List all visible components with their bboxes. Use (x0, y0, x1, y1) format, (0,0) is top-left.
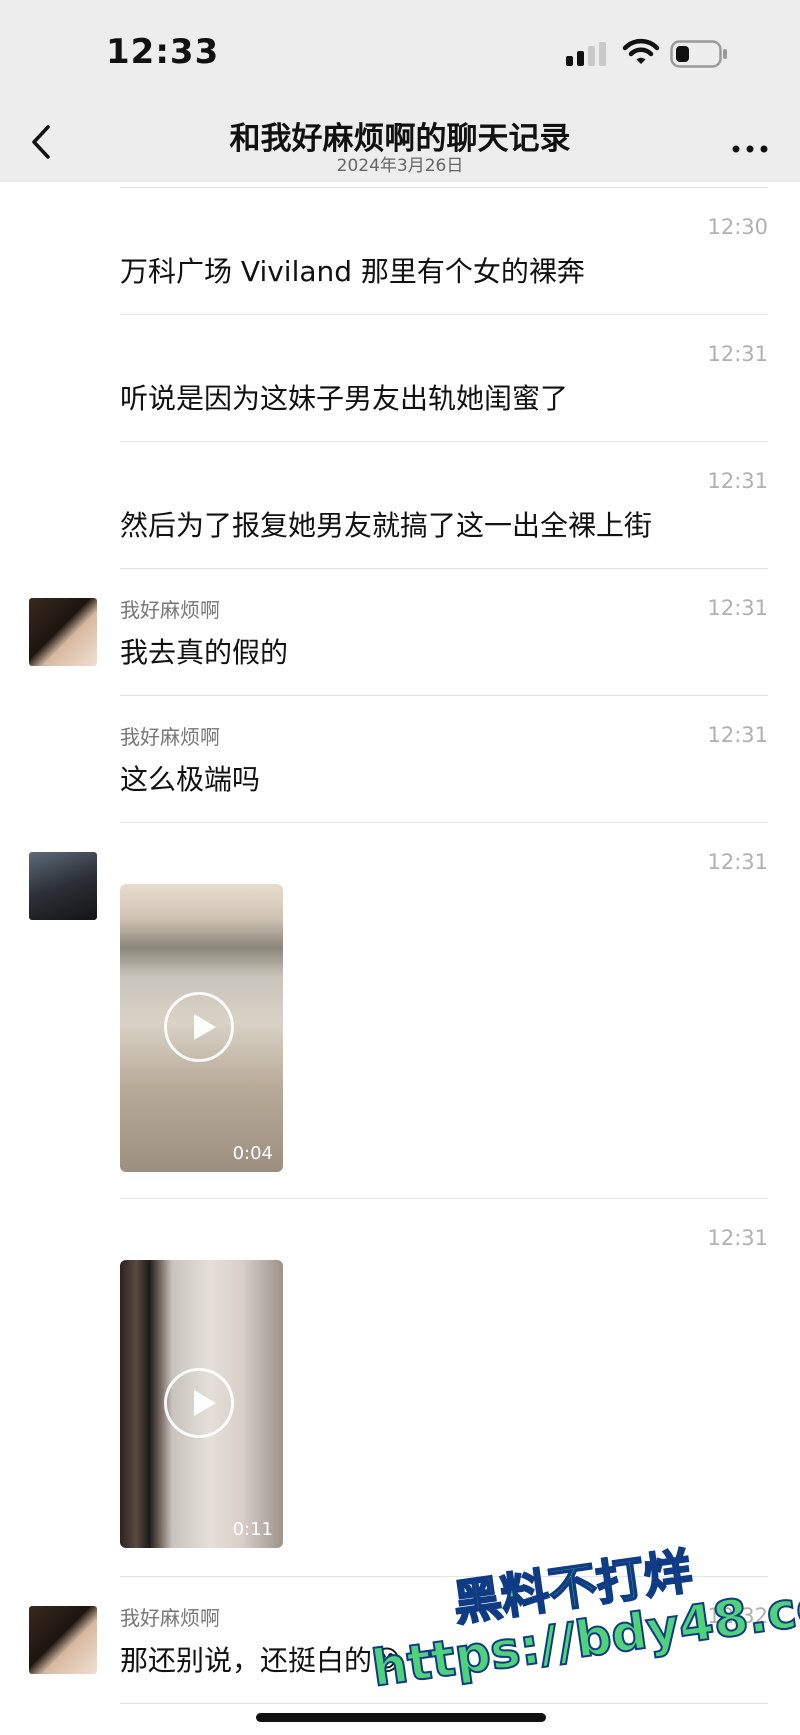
video-thumbnail[interactable]: 0:11 (120, 1260, 283, 1548)
video-duration: 0:04 (232, 1143, 273, 1164)
message-text[interactable]: 那还别说，还挺白的😅 (120, 1639, 401, 1679)
message-time: 12:31 (707, 723, 768, 747)
message-text[interactable]: 听说是因为这妹子男友出轨她闺蜜了 (120, 377, 568, 417)
sender-name: 我好麻烦啊 (120, 598, 220, 622)
video-duration: 0:11 (232, 1519, 273, 1540)
status-bar: 12:33 (0, 0, 800, 105)
message-text[interactable]: 万科广场 Viviland 那里有个女的裸奔 (120, 250, 585, 290)
message-text[interactable]: 这么极端吗 (120, 758, 260, 798)
message-divider (120, 1703, 768, 1704)
message-item: 12:31 0:04 (0, 822, 800, 1198)
avatar[interactable] (29, 1606, 97, 1674)
chat-header: 和我好麻烦啊的聊天记录 2024年3月26日 (0, 105, 800, 182)
chat-date: 2024年3月26日 (336, 156, 464, 176)
message-text[interactable]: 我去真的假的 (120, 631, 288, 671)
message-item: 12:31 听说是因为这妹子男友出轨她闺蜜了 (0, 314, 800, 440)
cellular-signal-icon (566, 42, 606, 66)
battery-icon (670, 40, 727, 68)
avatar[interactable] (29, 598, 97, 666)
wifi-icon (622, 38, 660, 64)
message-time: 12:30 (707, 215, 768, 239)
message-text[interactable]: 然后为了报复她男友就搞了这一出全裸上街 (120, 504, 652, 544)
message-item: 12:31 然后为了报复她男友就搞了这一出全裸上街 (0, 441, 800, 568)
sender-name: 我好麻烦啊 (120, 1606, 220, 1630)
message-time: 12:31 (707, 1226, 768, 1250)
message-time: 12:31 (707, 342, 768, 366)
video-thumbnail[interactable]: 0:04 (120, 884, 283, 1172)
sender-name: 我好麻烦啊 (120, 725, 220, 749)
message-item: 我好麻烦啊 12:31 我去真的假的 (0, 568, 800, 695)
play-icon[interactable] (164, 1368, 234, 1438)
more-options-icon[interactable] (726, 125, 776, 165)
avatar[interactable] (29, 852, 97, 920)
home-indicator (256, 1713, 546, 1722)
message-item: 我好麻烦啊 12:31 这么极端吗 (0, 695, 800, 822)
play-icon[interactable] (164, 992, 234, 1062)
message-time: 12:31 (707, 469, 768, 493)
message-item: 12:31 0:11 (0, 1198, 800, 1576)
message-time: 12:31 (707, 596, 768, 620)
message-time: 12:31 (707, 850, 768, 874)
status-time: 12:33 (106, 32, 220, 72)
message-item: 12:30 万科广场 Viviland 那里有个女的裸奔 (0, 187, 800, 314)
